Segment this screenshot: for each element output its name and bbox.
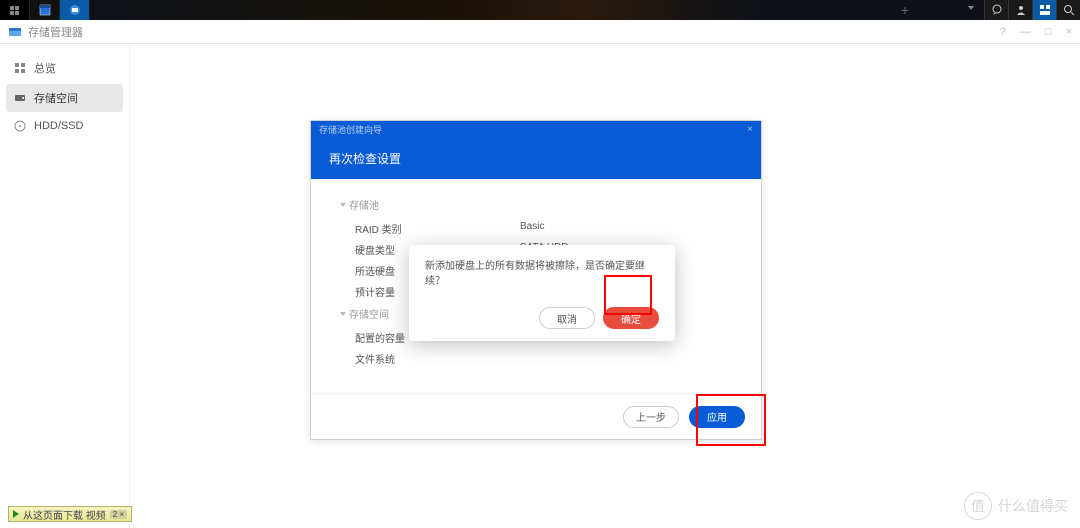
window-title: 存储管理器: [28, 24, 1000, 40]
play-icon: [13, 510, 19, 518]
back-button[interactable]: 上一步: [623, 406, 679, 428]
grid-icon: [10, 6, 19, 15]
app-icon: [8, 25, 22, 39]
download-pill-badge: 2 ×: [110, 510, 127, 519]
window-icon: [39, 4, 51, 16]
app-launcher-button[interactable]: [0, 0, 30, 20]
taskbar-spacer: +: [90, 0, 984, 20]
sidebar-item-overview[interactable]: 总览: [6, 54, 123, 82]
window-title-bar: 存储管理器 ? — □ ×: [0, 20, 1080, 44]
new-tab-icon[interactable]: +: [901, 2, 909, 18]
wizard-close-icon[interactable]: ×: [747, 124, 753, 135]
tray-user-icon[interactable]: [1008, 0, 1032, 20]
cancel-button[interactable]: 取消: [539, 307, 595, 329]
sidebar-item-label: HDD/SSD: [34, 120, 84, 132]
sidebar-item-label: 总览: [34, 60, 56, 76]
task-item-1[interactable]: [30, 0, 60, 20]
minimize-button[interactable]: —: [1020, 26, 1031, 38]
tray-search-icon[interactable]: [1056, 0, 1080, 20]
watermark-text: 什么值得买: [998, 496, 1068, 516]
close-button[interactable]: ×: [1066, 26, 1072, 38]
system-taskbar: +: [0, 0, 1080, 20]
section-header-pool: 存储池: [341, 197, 731, 212]
wizard-breadcrumb: 存储池创建向导: [319, 123, 382, 136]
apply-button[interactable]: 应用: [689, 406, 745, 428]
watermark: 值 什么值得买: [964, 492, 1068, 520]
watermark-glyph: 值: [964, 492, 992, 520]
maximize-button[interactable]: □: [1045, 26, 1052, 38]
hdd-icon: [14, 120, 26, 132]
sidebar-item-hdd[interactable]: HDD/SSD: [6, 114, 123, 138]
sidebar-item-storage[interactable]: 存储空间: [6, 84, 123, 112]
row-fs: 文件系统: [341, 348, 731, 369]
tray-chat-icon[interactable]: [984, 0, 1008, 20]
download-pill[interactable]: 从这页面下载 视频 2 ×: [8, 506, 132, 522]
confirm-message: 新添加硬盘上的所有数据将被擦除，是否确定要继续？: [425, 259, 659, 289]
wizard-title: 再次检查设置: [329, 150, 401, 167]
overview-icon: [14, 62, 26, 74]
row-raid: RAID 类别Basic: [341, 218, 731, 239]
task-item-active[interactable]: [60, 0, 90, 20]
storage-space-icon: [14, 92, 26, 104]
storage-icon: [69, 4, 81, 16]
download-pill-label: 从这页面下载 视频: [23, 507, 106, 522]
confirm-dialog: 新添加硬盘上的所有数据将被擦除，是否确定要继续？ 取消 确定: [409, 245, 675, 341]
sidebar-item-label: 存储空间: [34, 90, 78, 106]
dropdown-icon[interactable]: [968, 6, 974, 10]
help-button[interactable]: ?: [1000, 26, 1006, 38]
ok-button[interactable]: 确定: [603, 307, 659, 329]
tray-dashboard-icon[interactable]: [1032, 0, 1056, 20]
sidebar: 总览 存储空间 HDD/SSD: [0, 44, 130, 528]
